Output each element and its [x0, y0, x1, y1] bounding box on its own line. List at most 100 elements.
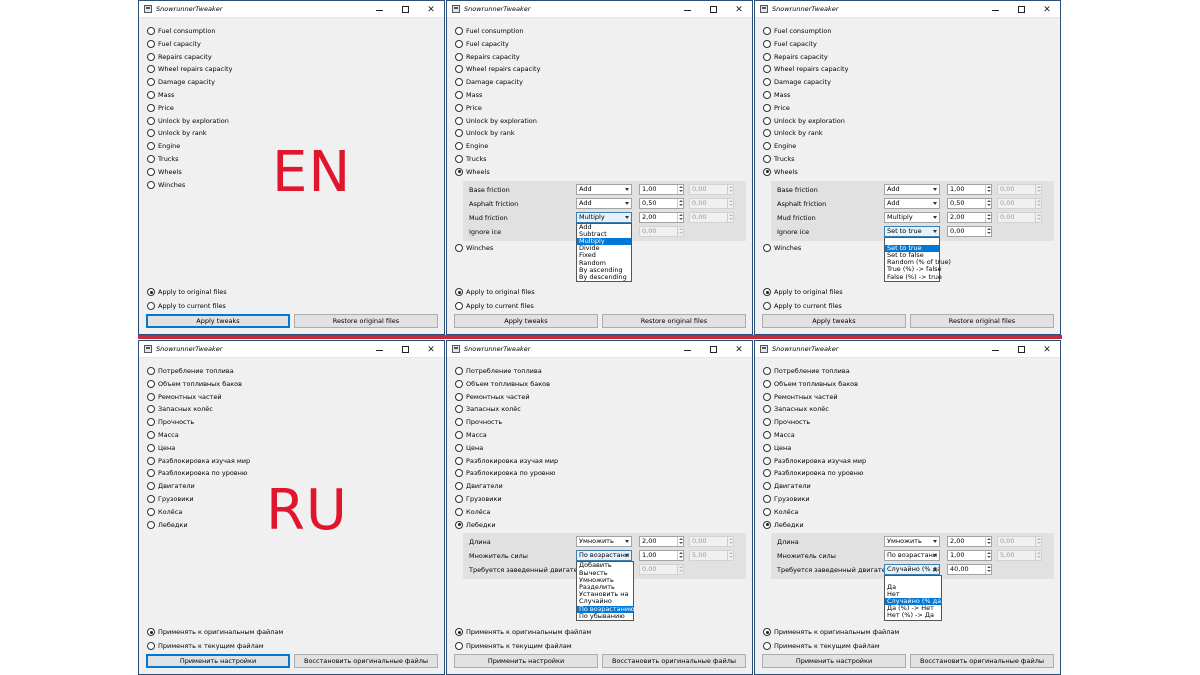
apply-original-option[interactable]: Применять к оригинальным файлам	[147, 627, 283, 637]
category-option[interactable]: Ремонтных частей	[763, 392, 838, 402]
radio-button[interactable]	[455, 520, 463, 529]
mode-select[interactable]: Умножить	[576, 536, 632, 548]
category-option[interactable]: Колёса	[147, 507, 182, 517]
radio-button[interactable]	[147, 103, 155, 112]
category-option[interactable]: Repairs capacity	[763, 52, 828, 62]
restore-original-button[interactable]: Восстановить оригинальные файлы	[294, 654, 438, 668]
category-option[interactable]: Ремонтных частей	[147, 392, 222, 402]
radio-button[interactable]	[763, 431, 771, 439]
radio-button[interactable]	[763, 302, 771, 310]
radio-button[interactable]	[763, 379, 771, 388]
category-option[interactable]: Damage capacity	[147, 77, 215, 87]
radio-button[interactable]	[147, 495, 155, 503]
category-option[interactable]: Запасных колёс	[455, 404, 521, 414]
category-option[interactable]: Price	[455, 103, 482, 113]
radio-button[interactable]	[455, 507, 463, 516]
apply-tweaks-button[interactable]: Apply tweaks	[454, 314, 598, 328]
radio-button[interactable]	[147, 167, 155, 176]
minimize-button[interactable]	[982, 341, 1008, 358]
category-option[interactable]: Цена	[147, 443, 175, 453]
apply-current-option[interactable]: Apply to current files	[147, 301, 226, 311]
category-option[interactable]: Масса	[455, 430, 487, 440]
category-option[interactable]: Прочность	[455, 417, 502, 427]
value-input-1[interactable]: 2,00	[639, 536, 684, 548]
radio-button[interactable]	[147, 52, 155, 61]
category-option[interactable]: Trucks	[455, 154, 487, 164]
apply-current-option[interactable]: Apply to current files	[763, 301, 842, 311]
category-option[interactable]: Цена	[455, 443, 483, 453]
radio-button[interactable]	[763, 167, 771, 176]
category-option[interactable]: Unlock by exploration	[147, 116, 229, 126]
radio-button[interactable]	[147, 142, 155, 151]
radio-button[interactable]	[763, 78, 771, 87]
category-option[interactable]: Лебедки	[147, 520, 188, 530]
apply-original-option[interactable]: Apply to original files	[455, 287, 535, 297]
category-option[interactable]: Масса	[763, 430, 795, 440]
radio-button[interactable]	[147, 39, 155, 48]
category-option[interactable]: Двигатели	[763, 481, 811, 491]
value-input-1[interactable]: 2,00	[639, 211, 684, 223]
radio-button[interactable]	[147, 507, 155, 516]
close-button[interactable]: ✕	[418, 1, 444, 18]
radio-button[interactable]	[455, 367, 463, 375]
close-button[interactable]: ✕	[726, 341, 752, 358]
restore-original-button[interactable]: Восстановить оригинальные файлы	[602, 654, 746, 668]
radio-button[interactable]	[455, 443, 463, 452]
category-option[interactable]: Mass	[763, 90, 790, 100]
radio-button[interactable]	[147, 642, 155, 650]
category-option[interactable]: Wheel repairs capacity	[147, 64, 232, 74]
category-option[interactable]: Разблокировка изучая мир	[455, 456, 558, 466]
maximize-button[interactable]	[700, 1, 726, 18]
radio-button[interactable]	[455, 142, 463, 151]
radio-button[interactable]	[455, 302, 463, 310]
category-option[interactable]: Объем топливных баков	[763, 379, 858, 389]
mode-dropdown-list[interactable]: Да Нет Случайно (% да) Да (%) -> Нет Нет (%)…	[884, 575, 944, 621]
mode-select[interactable]: Add	[884, 183, 940, 195]
category-option[interactable]: Unlock by rank	[455, 128, 515, 138]
radio-button[interactable]	[147, 302, 155, 310]
category-option[interactable]: Двигатели	[147, 481, 195, 491]
radio-button[interactable]	[147, 431, 155, 439]
radio-button[interactable]	[147, 482, 155, 491]
category-option[interactable]: Wheels	[455, 167, 490, 177]
radio-button[interactable]	[763, 507, 771, 516]
maximize-button[interactable]	[392, 341, 418, 358]
radio-button[interactable]	[763, 155, 771, 163]
mode-select[interactable]: Multiply	[884, 211, 940, 223]
apply-tweaks-button[interactable]: Apply tweaks	[146, 314, 290, 328]
maximize-button[interactable]	[392, 1, 418, 18]
minimize-button[interactable]	[366, 341, 392, 358]
category-option[interactable]: Fuel consumption	[763, 26, 831, 36]
radio-button[interactable]	[455, 27, 463, 35]
radio-button[interactable]	[147, 155, 155, 163]
mode-dropdown-list[interactable]: Добавить Вычесть Умножить Разделить Установи…	[576, 561, 635, 621]
category-option[interactable]: Engine	[763, 141, 796, 151]
radio-button[interactable]	[455, 155, 463, 163]
dropdown-option[interactable]: By descending	[577, 273, 631, 281]
radio-button[interactable]	[147, 116, 155, 125]
mode-select[interactable]: По возрастани	[576, 550, 632, 562]
category-option[interactable]: Fuel consumption	[455, 26, 523, 36]
radio-button[interactable]	[763, 243, 771, 252]
mode-select[interactable]: Умножить	[884, 536, 940, 548]
radio-button[interactable]	[763, 116, 771, 125]
category-option[interactable]: Winches	[455, 243, 493, 253]
radio-button[interactable]	[763, 91, 771, 99]
category-option[interactable]: Fuel capacity	[455, 39, 509, 49]
category-option[interactable]: Цена	[763, 443, 791, 453]
category-option[interactable]: Разблокировка изучая мир	[763, 456, 866, 466]
value-input-1[interactable]: 2,00	[947, 536, 992, 548]
radio-button[interactable]	[455, 39, 463, 48]
radio-button[interactable]	[763, 456, 771, 465]
category-option[interactable]: Разблокировка по уровню	[763, 468, 863, 478]
category-option[interactable]: Mass	[455, 90, 482, 100]
restore-original-button[interactable]: Restore original files	[910, 314, 1054, 328]
radio-button[interactable]	[455, 495, 463, 503]
radio-button[interactable]	[763, 469, 771, 478]
radio-button[interactable]	[763, 103, 771, 112]
radio-button[interactable]	[455, 129, 463, 138]
category-option[interactable]: Лебедки	[763, 520, 804, 530]
category-option[interactable]: Прочность	[147, 417, 194, 427]
category-option[interactable]: Запасных колёс	[147, 404, 213, 414]
category-option[interactable]: Потребление топлива	[147, 366, 234, 376]
